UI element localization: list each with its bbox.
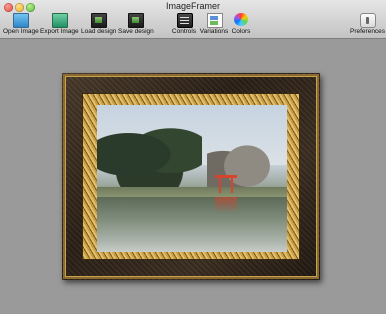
window-title: ImageFramer (165, 1, 220, 11)
export-image-icon (52, 13, 68, 28)
colors-label: Colors (231, 28, 251, 35)
controls-label: Controls (171, 28, 197, 35)
photo-torii-gate (215, 175, 237, 193)
open-image-label: Open Image (3, 28, 39, 35)
variations-icon (207, 13, 223, 28)
save-design-icon (128, 13, 144, 28)
variations-label: Variations (199, 28, 229, 35)
title-bar: ImageFramer Open Image Export Image Load… (0, 0, 386, 39)
photo-pond (97, 197, 287, 252)
photo-shore (97, 187, 287, 197)
save-design-label: Save design (118, 28, 154, 35)
photo-torii-reflection (215, 197, 237, 213)
export-image-label: Export Image (40, 28, 79, 35)
photo-trees-left (97, 117, 202, 192)
framed-photo (97, 105, 287, 252)
open-image-icon (13, 13, 29, 28)
load-design-label: Load design (81, 28, 117, 35)
app-window: ImageFramer Open Image Export Image Load… (0, 0, 386, 314)
controls-icon (177, 13, 193, 28)
load-design-icon (91, 13, 107, 28)
picture-frame[interactable] (62, 73, 320, 280)
preferences-label: Preferences (350, 28, 386, 35)
preferences-icon (360, 13, 376, 28)
colors-icon (234, 13, 248, 26)
